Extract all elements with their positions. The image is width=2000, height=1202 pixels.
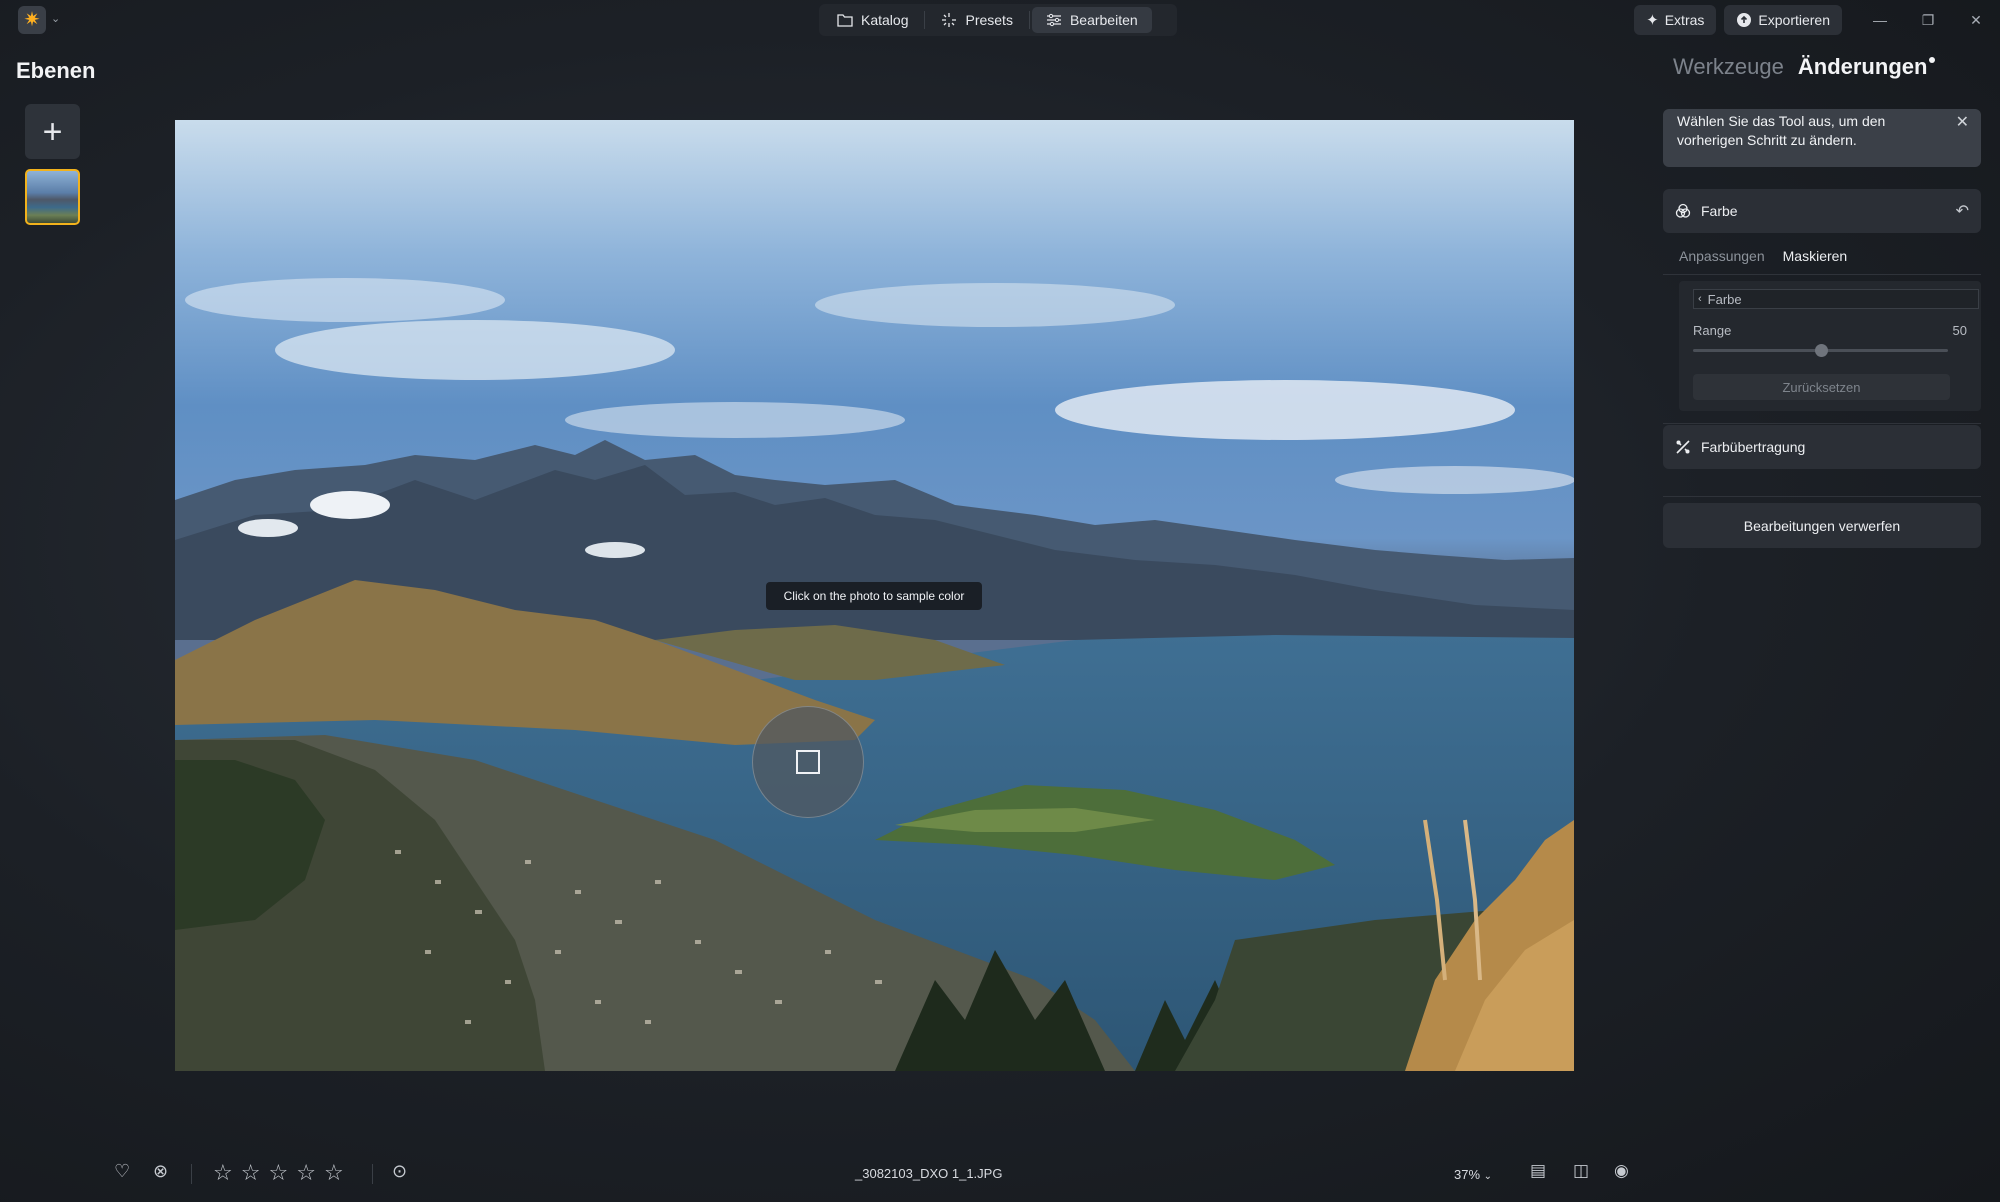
info-text: Wählen Sie das Tool aus, um den vorherig… [1677, 113, 1886, 148]
mode-presets-label: Presets [965, 12, 1013, 28]
color-section-title: Farbe [1701, 203, 1738, 219]
color-sampler-loupe[interactable] [752, 706, 864, 818]
reject-icon[interactable]: ⊗ [153, 1162, 168, 1180]
chevron-left-icon: ‹ [1698, 293, 1702, 305]
more-options-icon[interactable]: ⊙ [392, 1162, 407, 1180]
mode-presets-button[interactable]: Presets [927, 7, 1026, 33]
mode-bearbeiten-label: Bearbeiten [1069, 12, 1138, 28]
zoom-selector[interactable]: 37% ⌄ [1454, 1167, 1492, 1182]
section-divider [1663, 423, 1981, 424]
tab-aenderungen[interactable]: Änderungen [1798, 54, 1928, 80]
sampler-target-icon [796, 750, 820, 774]
range-slider-handle[interactable] [1814, 344, 1828, 357]
info-tooltip: Wählen Sie das Tool aus, um den vorherig… [1663, 109, 1981, 167]
sun-logo-icon: ✷ [23, 9, 41, 31]
right-panel-tabs: Werkzeuge Änderungen [1673, 54, 1927, 80]
color-transfer-title: Farbübertragung [1701, 439, 1806, 455]
undo-icon[interactable]: ↶ [1956, 201, 1969, 221]
preview-eye-icon[interactable]: ◉ [1614, 1162, 1629, 1179]
mode-katalog-label: Katalog [861, 12, 909, 28]
restore-button[interactable]: ❐ [1904, 4, 1952, 36]
mode-katalog-button[interactable]: Katalog [823, 7, 922, 33]
unsaved-changes-dot [1929, 57, 1935, 63]
toolbar-separator [372, 1164, 373, 1184]
color-transfer-icon [1676, 440, 1690, 454]
sample-color-hint: Click on the photo to sample color [766, 582, 982, 610]
color-circles-icon [1675, 203, 1691, 218]
section-divider [1663, 496, 1981, 497]
mode-separator [924, 11, 926, 29]
layers-panel-title: Ebenen [16, 58, 96, 83]
restore-icon: ❐ [1921, 11, 1935, 28]
filmstrip-icon[interactable]: ▤ [1530, 1162, 1546, 1179]
export-label: Exportieren [1758, 12, 1830, 28]
star-icon[interactable]: ☆ [324, 1160, 344, 1186]
star-rating[interactable]: ☆ ☆ ☆ ☆ ☆ [213, 1160, 344, 1186]
heart-icon[interactable]: ♡ [114, 1162, 130, 1180]
close-icon: ✕ [1970, 11, 1982, 28]
export-button[interactable]: Exportieren [1724, 5, 1842, 35]
compare-icon[interactable]: ◫ [1573, 1162, 1589, 1179]
subtab-divider [1663, 274, 1981, 275]
range-slider[interactable] [1693, 344, 1948, 357]
top-right-actions: ✦ Extras Exportieren — ❐ ✕ [1634, 4, 2000, 36]
bottom-bar: ♡ ⊗ ☆ ☆ ☆ ☆ ☆ ⊙ _3082103_DXO 1_1.JPG 37% ⌄ ▤… [0, 1150, 2000, 1200]
file-name: _3082103_DXO 1_1.JPG [855, 1166, 1003, 1181]
color-subtabs: Anpassungen Maskieren [1679, 248, 1847, 264]
star-icon[interactable]: ☆ [296, 1160, 316, 1186]
minimize-button[interactable]: — [1856, 4, 1904, 36]
layer-thumbnail[interactable] [25, 169, 80, 225]
chevron-down-icon[interactable]: ⌄ [51, 12, 60, 25]
star-icon[interactable]: ☆ [241, 1160, 261, 1186]
mode-separator [1028, 11, 1030, 29]
mode-bearbeiten-button[interactable]: Bearbeiten [1031, 7, 1152, 33]
color-transfer-section-header[interactable]: Farbübertragung [1663, 425, 1981, 469]
tab-anpassungen[interactable]: Anpassungen [1679, 248, 1765, 264]
minimize-icon: — [1873, 12, 1887, 28]
folder-icon [837, 14, 853, 27]
top-bar: ✷ ⌄ Katalog Presets Bearbeiten ✦ Extras … [0, 0, 2000, 40]
close-icon[interactable]: ✕ [1956, 113, 1969, 132]
tab-werkzeuge[interactable]: Werkzeuge [1673, 54, 1784, 80]
mode-switcher: Katalog Presets Bearbeiten [819, 4, 1177, 36]
tab-maskieren[interactable]: Maskieren [1783, 248, 1848, 264]
color-section-header[interactable]: Farbe ↶ [1663, 189, 1981, 233]
chevron-down-icon: ⌄ [1483, 1171, 1493, 1182]
sparkle-icon [942, 13, 957, 27]
app-logo-button[interactable]: ✷ [18, 6, 46, 34]
range-label: Range [1693, 323, 1732, 338]
reset-button[interactable]: Zurücksetzen [1693, 374, 1950, 400]
discard-edits-button[interactable]: Bearbeitungen verwerfen [1663, 503, 1981, 548]
color-selector-label: Farbe [1707, 291, 1742, 307]
star-icon[interactable]: ☆ [268, 1160, 288, 1186]
sliders-icon [1046, 13, 1061, 27]
mask-color-panel: ‹ Farbe Range 50 Zurücksetzen [1679, 281, 1981, 411]
toolbar-separator [191, 1164, 192, 1184]
zoom-value: 37% [1454, 1167, 1481, 1182]
range-value: 50 [1952, 323, 1967, 338]
extras-button[interactable]: ✦ Extras [1634, 5, 1717, 35]
star-icon[interactable]: ☆ [213, 1160, 233, 1186]
extras-label: Extras [1664, 12, 1705, 28]
export-icon [1737, 13, 1752, 27]
close-window-button[interactable]: ✕ [1952, 4, 2000, 36]
sparkle-icon: ✦ [1646, 12, 1659, 29]
color-selector[interactable]: ‹ Farbe [1693, 289, 1979, 309]
add-layer-button[interactable]: + [25, 104, 80, 159]
plus-icon: + [42, 112, 63, 151]
